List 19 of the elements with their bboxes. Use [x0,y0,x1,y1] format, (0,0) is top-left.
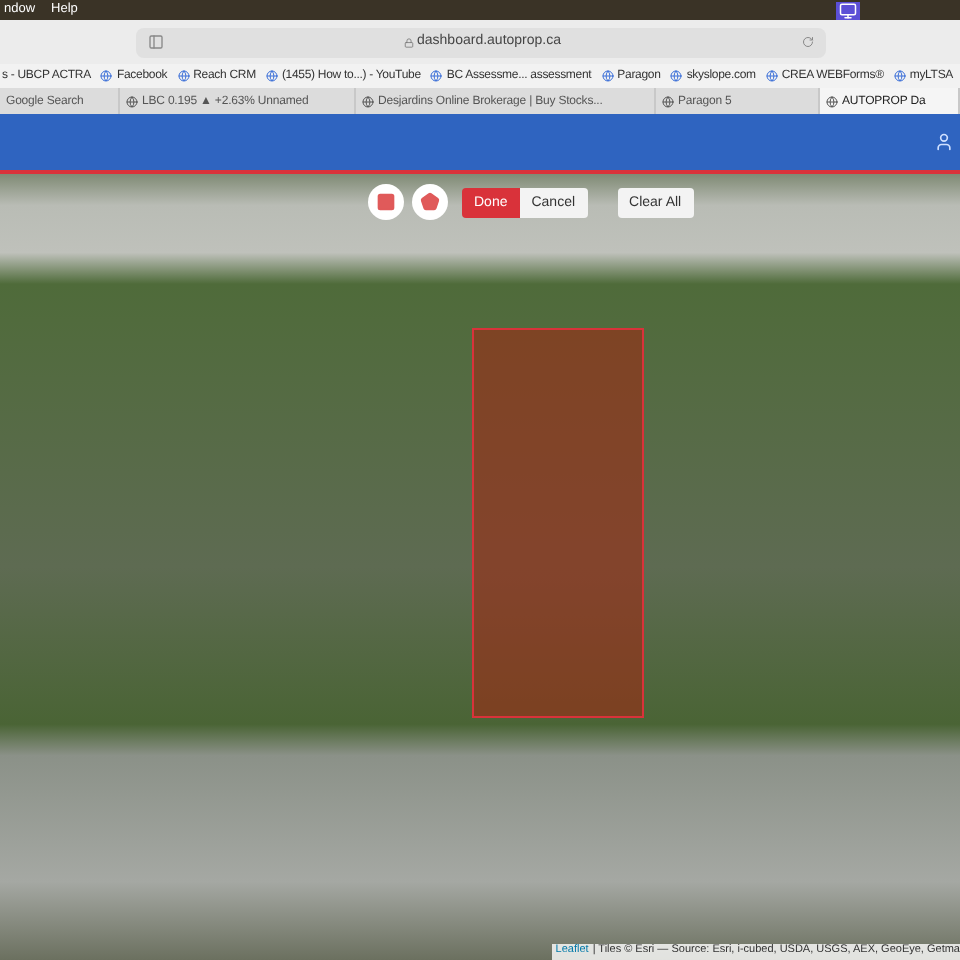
reload-icon[interactable] [801,36,813,48]
tab-favicon [826,95,838,107]
pentagon-icon [420,192,440,212]
bookmark-icon [177,70,190,82]
square-icon [376,192,396,212]
bookmark-icon [430,70,443,82]
lock-icon [403,37,413,47]
tab-favicon [662,95,674,107]
bookmark-icon [893,70,906,82]
sidebar-icon[interactable] [147,34,163,50]
screen-icon[interactable] [836,1,860,19]
profile-icon[interactable] [934,132,954,152]
bookmark-icon [670,70,683,82]
bookmark-icon [265,70,278,82]
bookmark-icon [100,70,113,82]
tab-favicon [362,95,374,107]
bookmark-icon [765,70,778,82]
tab-favicon [126,95,138,107]
bookmark-icon [601,70,614,82]
